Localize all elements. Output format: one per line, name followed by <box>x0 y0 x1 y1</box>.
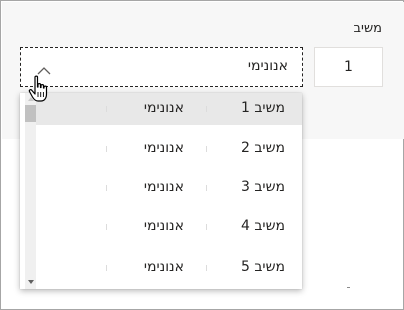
option-value: אנונימי <box>143 179 184 195</box>
hand-pointer-icon <box>27 75 51 105</box>
respondent-label: משיב <box>353 21 382 36</box>
option-value: אנונימי <box>143 100 184 116</box>
option-value: אנונימי <box>143 140 184 156</box>
dropdown-option[interactable]: אנונימי משיב 3 <box>36 172 302 204</box>
column-divider <box>106 146 107 152</box>
option-name: משיב 4 <box>240 218 285 234</box>
form-panel: משיב 1 אנונימי אנונימי משיב 1 אנונימי מש… <box>0 0 404 310</box>
divider-mark <box>347 287 350 288</box>
dropdown-scrollbar[interactable] <box>25 93 36 289</box>
column-divider <box>106 265 107 271</box>
column-divider <box>206 265 207 271</box>
dropdown-option[interactable]: אנונימי משיב 4 <box>36 211 302 243</box>
combobox-value: אנונימי <box>247 58 288 74</box>
dropdown-option[interactable]: אנונימי משיב 2 <box>36 133 302 165</box>
column-divider <box>206 146 207 152</box>
option-value: אנונימי <box>143 259 184 275</box>
scroll-down-arrow-icon[interactable] <box>28 280 34 284</box>
dropdown-option[interactable]: אנונימי משיב 1 <box>36 93 302 125</box>
column-divider <box>106 185 107 191</box>
option-value: אנונימי <box>143 218 184 234</box>
option-name: משיב 5 <box>240 259 285 275</box>
column-divider <box>206 224 207 230</box>
respondent-index-field[interactable]: 1 <box>314 47 383 87</box>
option-name: משיב 1 <box>240 100 285 116</box>
option-name: משיב 2 <box>240 140 285 156</box>
chevron-up-icon[interactable] <box>36 62 52 75</box>
scroll-thumb[interactable] <box>25 105 36 122</box>
column-divider <box>206 106 207 112</box>
column-divider <box>106 106 107 112</box>
column-divider <box>106 224 107 230</box>
column-divider <box>206 185 207 191</box>
option-name: משיב 3 <box>240 179 285 195</box>
respondent-dropdown-list[interactable]: אנונימי משיב 1 אנונימי משיב 2 אנונימי מש… <box>20 93 302 289</box>
dropdown-option[interactable]: אנונימי משיב 5 <box>36 252 302 284</box>
respondent-combobox[interactable]: אנונימי <box>20 47 303 87</box>
